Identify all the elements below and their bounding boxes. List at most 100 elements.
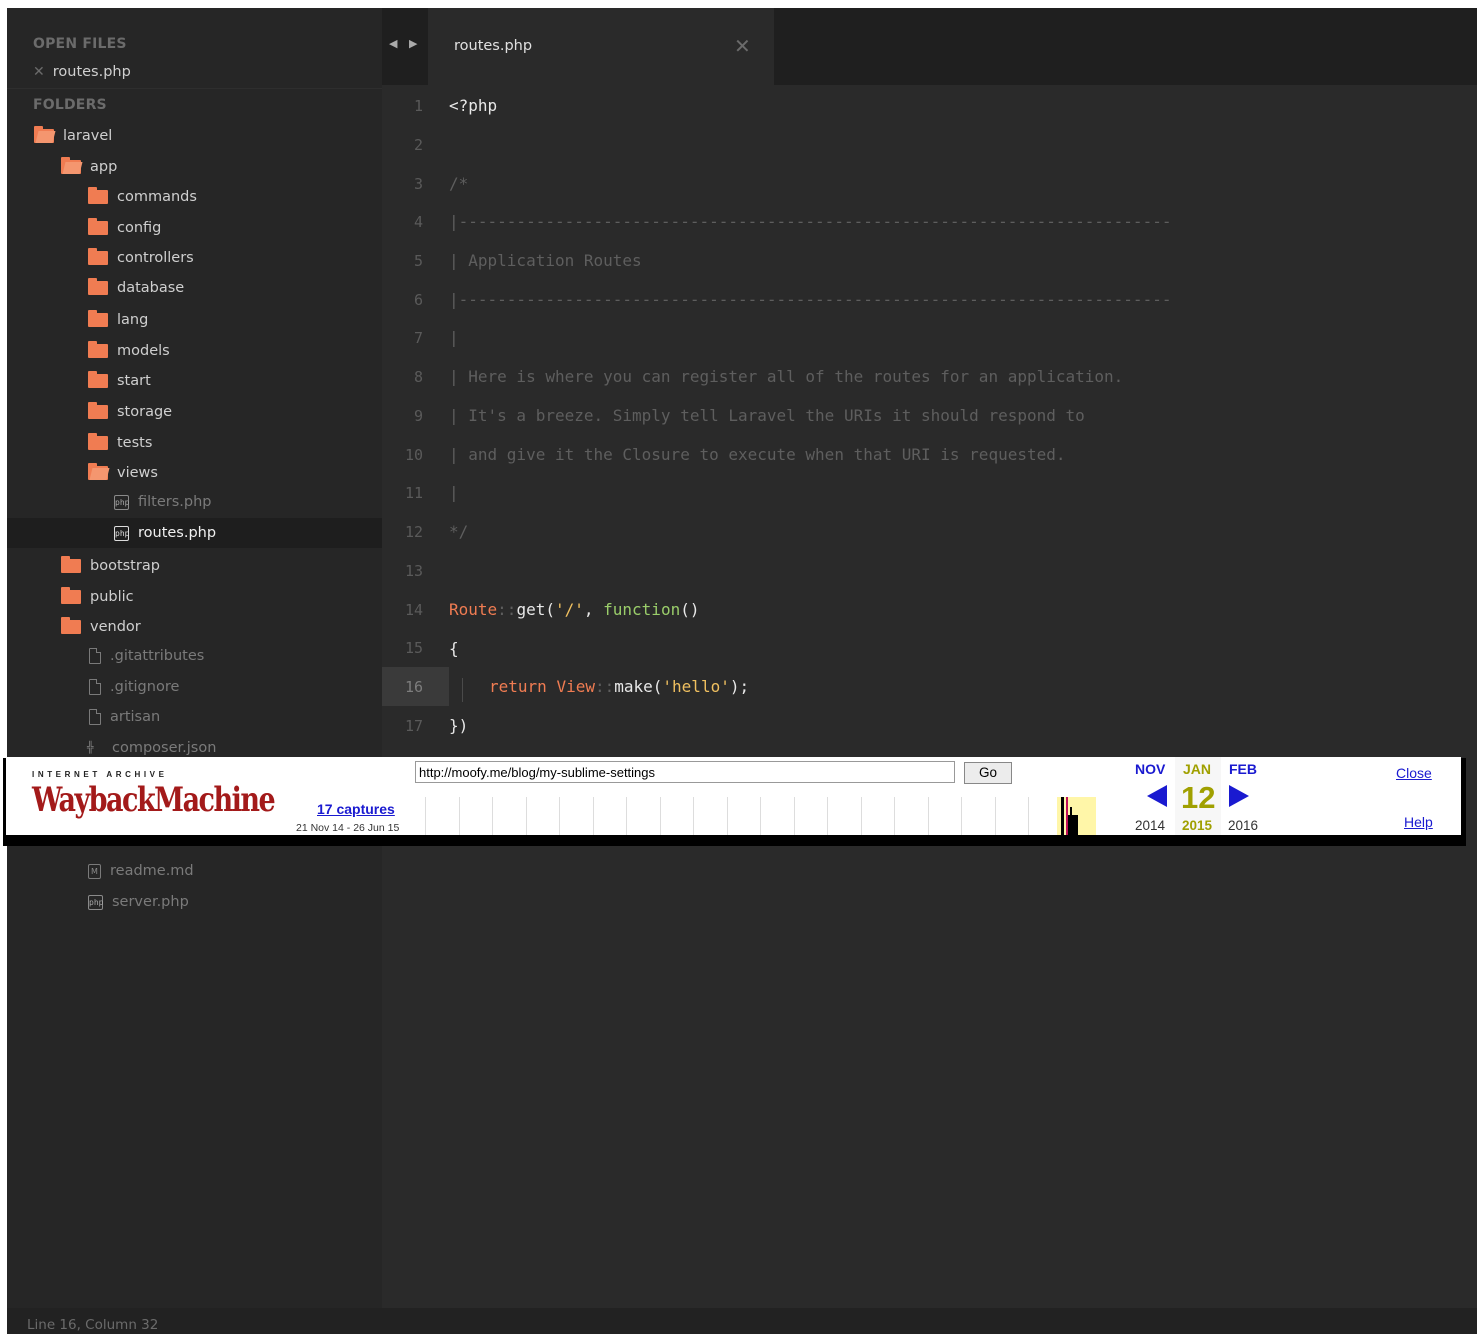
file-icon — [89, 679, 101, 695]
tree-item-public[interactable]: public — [7, 582, 382, 612]
tree-item-views[interactable]: views — [7, 458, 382, 488]
folder-icon — [88, 248, 108, 265]
tree-item-database[interactable]: database — [7, 273, 382, 303]
code-comment-line[interactable]: | — [449, 328, 459, 347]
code-token-class: View — [556, 677, 595, 696]
tree-item-server-php[interactable]: php server.php — [7, 887, 382, 917]
sparkline-month-tick — [525, 797, 527, 835]
line-number: 13 — [404, 562, 423, 580]
close-icon[interactable]: ✕ — [33, 64, 45, 80]
sparkline-bar — [1070, 807, 1072, 815]
captures-link[interactable]: 17 captures — [317, 801, 395, 817]
tree-item-readme-md[interactable]: Mreadme.md — [7, 856, 382, 886]
tree-item-label: .gitignore — [110, 679, 180, 695]
sparkline-month-tick — [425, 797, 426, 835]
line-number: 7 — [413, 329, 423, 347]
tree-item-label: readme.md — [110, 863, 194, 879]
tree-item-controllers[interactable]: controllers — [7, 243, 382, 273]
tree-item-label: models — [117, 343, 170, 359]
code-token-string: '/' — [554, 600, 584, 619]
tree-item-models[interactable]: models — [7, 336, 382, 366]
tree-item-filters-php[interactable]: php filters.php — [7, 487, 382, 517]
captures-date-range: 21 Nov 14 - 26 Jun 15 — [296, 822, 400, 834]
tree-item-commands[interactable]: commands — [7, 182, 382, 212]
sparkline-month-tick — [458, 797, 460, 835]
tab-routes-php[interactable]: routes.php ✕ — [428, 8, 774, 85]
go-button[interactable]: Go — [964, 762, 1012, 784]
code-line-16[interactable]: return View::make('hello'); — [489, 677, 749, 696]
tree-item-gitignore[interactable]: .gitignore — [7, 672, 382, 702]
line-number: 16 — [404, 678, 423, 696]
code-token-paren: ); — [729, 677, 750, 696]
prev-month-link[interactable]: NOV — [1135, 761, 1165, 777]
next-year-link[interactable]: 2016 — [1228, 818, 1258, 833]
sparkline-bar — [1068, 815, 1078, 835]
tree-item-app[interactable]: app — [7, 152, 382, 182]
wayback-url-input[interactable] — [415, 761, 955, 783]
sparkline-month-tick — [693, 797, 694, 835]
next-capture-arrow-icon[interactable] — [1229, 785, 1249, 807]
code-comment-line[interactable]: | Here is where you can register all of … — [449, 367, 1123, 386]
sidebar: OPEN FILES ✕ routes.php FOLDERS laravel … — [7, 8, 382, 1308]
code-comment-line[interactable]: /* — [449, 174, 468, 193]
code-line-15[interactable]: { — [449, 639, 459, 658]
line-number: 3 — [413, 175, 423, 193]
code-comment-line[interactable]: */ — [449, 522, 468, 541]
sparkline-month-tick — [827, 797, 828, 835]
tree-item-laravel[interactable]: laravel — [7, 121, 382, 151]
code-token-class: Route — [449, 600, 498, 619]
code-comment-line[interactable]: | Application Routes — [449, 251, 642, 270]
open-file-label: routes.php — [52, 64, 131, 80]
code-token-method: get( — [516, 600, 555, 619]
current-year: 2015 — [1182, 818, 1213, 833]
tree-item-routes-php[interactable]: php routes.php — [7, 518, 382, 548]
tree-item-tests[interactable]: tests — [7, 428, 382, 458]
tree-item-start[interactable]: start — [7, 366, 382, 396]
php-file-icon: php — [114, 494, 129, 510]
code-token-sep: :: — [497, 600, 517, 619]
code-line-17[interactable]: }) — [449, 716, 468, 735]
tree-item-bootstrap[interactable]: bootstrap — [7, 551, 382, 581]
next-month-link[interactable]: FEB — [1229, 761, 1257, 777]
line-number: 4 — [413, 213, 423, 231]
prev-year-link[interactable]: 2014 — [1135, 818, 1165, 833]
tree-item-artisan[interactable]: artisan — [7, 702, 382, 732]
captures-sparkline[interactable] — [425, 797, 1125, 835]
folder-icon — [88, 187, 108, 204]
sparkline-month-tick — [1028, 797, 1029, 835]
tree-item-vendor[interactable]: vendor — [7, 612, 382, 642]
help-link[interactable]: Help — [1404, 814, 1433, 830]
code-line-14[interactable]: Route::get('/', function() — [449, 600, 699, 619]
tree-item-gitattributes[interactable]: .gitattributes — [7, 641, 382, 671]
code-comment-line[interactable]: | It's a breeze. Simply tell Laravel the… — [449, 406, 1085, 425]
code-comment-line[interactable]: | — [449, 483, 459, 502]
sparkline-month-tick — [961, 797, 962, 835]
prev-capture-arrow-icon[interactable] — [1147, 785, 1167, 807]
folder-icon — [88, 278, 108, 295]
code-comment-line[interactable]: |---------------------------------------… — [449, 290, 1171, 309]
sparkline-bar — [1061, 797, 1064, 835]
folder-icon — [88, 433, 108, 450]
tree-item-lang[interactable]: lang — [7, 305, 382, 335]
close-icon[interactable]: ✕ — [734, 34, 751, 58]
wayback-logo[interactable]: WaybackMachine — [32, 781, 276, 820]
folder-icon — [88, 310, 108, 327]
tree-item-label: composer.json — [112, 740, 217, 756]
cursor-position: Line 16, Column 32 — [27, 1317, 159, 1333]
indent-guide — [462, 678, 463, 702]
open-file-item[interactable]: ✕ routes.php — [7, 57, 382, 87]
tab-nav-arrows-icon[interactable]: ◀ ▶ — [389, 37, 421, 50]
line-number: 5 — [413, 252, 423, 270]
tree-item-storage[interactable]: storage — [7, 397, 382, 427]
sparkline-month-tick — [559, 797, 560, 835]
tree-item-label: filters.php — [138, 494, 212, 510]
code-comment-line[interactable]: |---------------------------------------… — [449, 212, 1171, 231]
tree-item-label: routes.php — [138, 525, 217, 541]
tree-item-label: server.php — [112, 894, 189, 910]
tree-item-config[interactable]: config — [7, 213, 382, 243]
current-day: 12 — [1181, 780, 1216, 815]
code-comment-line[interactable]: | and give it the Closure to execute whe… — [449, 445, 1066, 464]
close-link[interactable]: Close — [1396, 765, 1432, 781]
code-token-comma: , — [583, 600, 604, 619]
code-line-1[interactable]: <?php — [449, 96, 497, 115]
